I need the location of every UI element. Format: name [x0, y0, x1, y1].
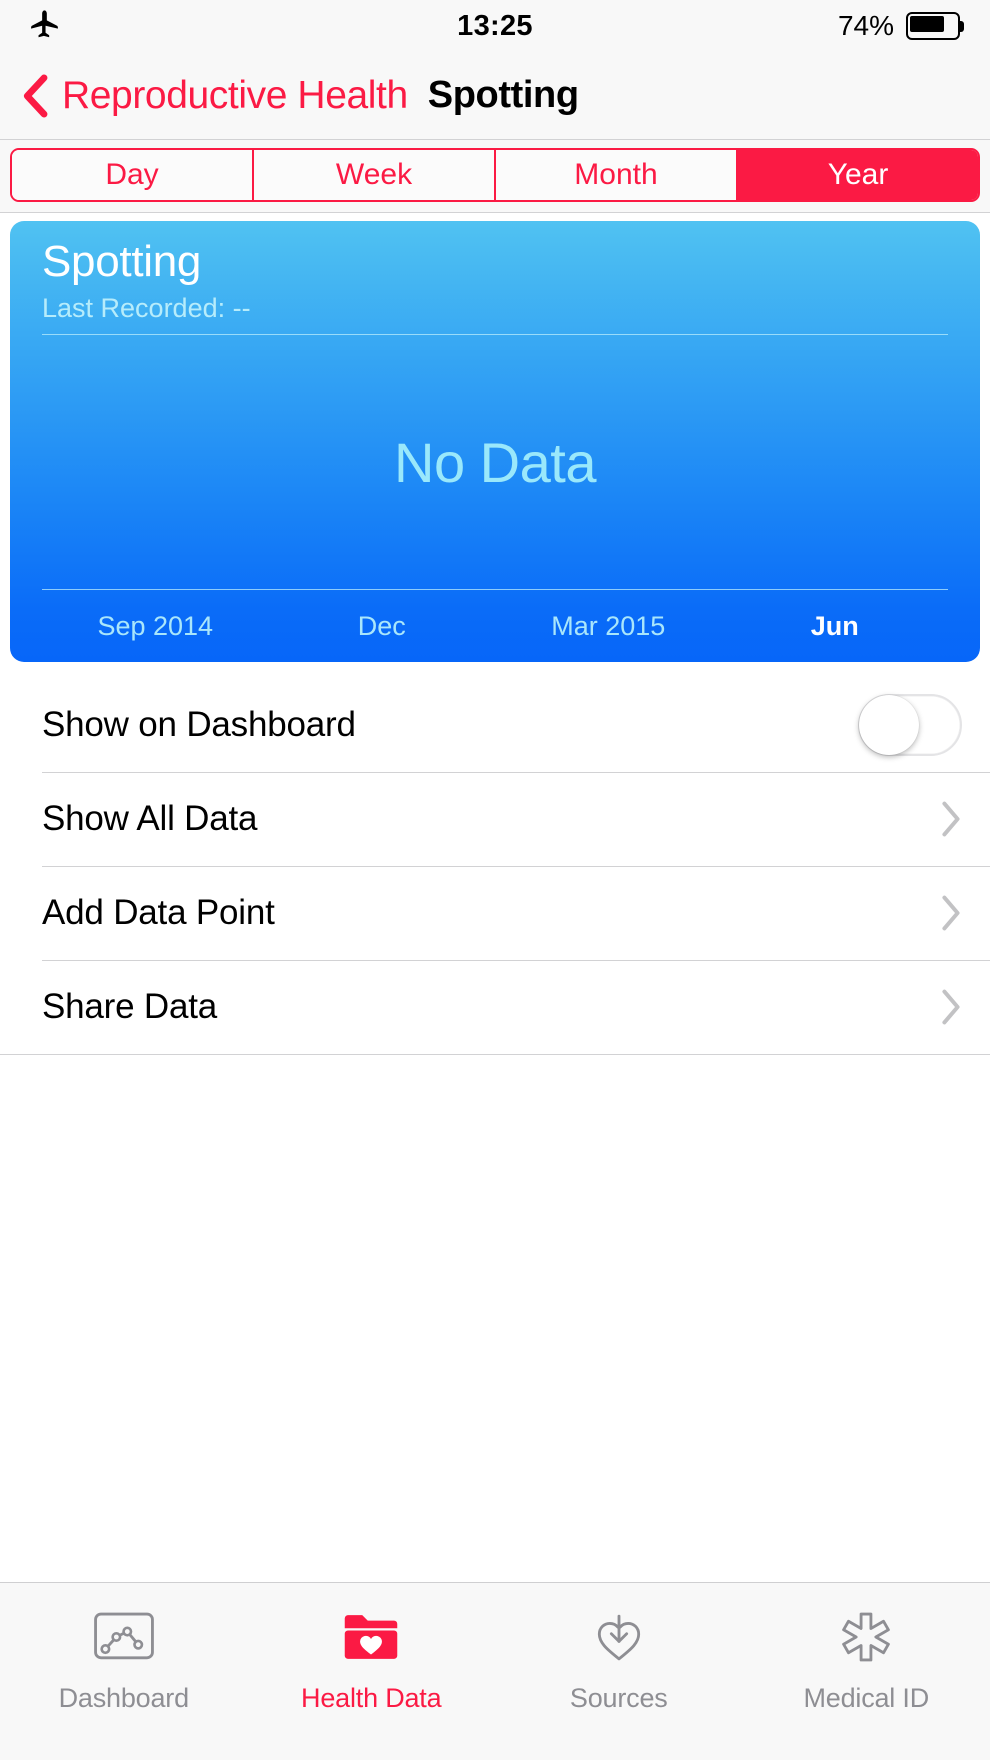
medical-id-star-of-life-icon [842, 1612, 891, 1662]
tab-bar: Dashboard Health Data Sources Medical ID [0, 1582, 990, 1760]
row-add-data-point[interactable]: Add Data Point [0, 866, 990, 960]
airplane-mode-icon [31, 10, 58, 38]
back-button-label: Reproductive Health [62, 73, 408, 117]
axis-tick-2: Mar 2015 [551, 610, 666, 641]
row-accessory-chevron [940, 988, 962, 1026]
row-share-data[interactable]: Share Data [0, 960, 990, 1054]
chevron-right-icon [942, 801, 960, 837]
battery-icon [906, 12, 964, 40]
tab-label-sources: Sources [569, 1683, 668, 1713]
segment-month[interactable]: Month [496, 150, 738, 200]
status-bar-right: 74% [838, 10, 964, 42]
axis-tick-1: Dec [357, 610, 406, 641]
tab-dashboard[interactable]: Dashboard [0, 1605, 248, 1714]
row-accessory-chevron [940, 800, 962, 838]
chevron-left-icon [23, 74, 48, 117]
sources-heart-download-icon [597, 1614, 640, 1661]
row-accessory-chevron [940, 894, 962, 932]
tab-medical-id[interactable]: Medical ID [743, 1605, 990, 1714]
row-show-on-dashboard[interactable]: Show on Dashboard [0, 678, 990, 772]
back-button[interactable]: Reproductive Health [22, 74, 408, 118]
tab-sources[interactable]: Sources [495, 1605, 743, 1714]
dashboard-chart-icon [93, 1612, 154, 1660]
navigation-bar: Reproductive Health Spotting [0, 52, 990, 140]
page-title: Spotting [427, 74, 579, 116]
show-on-dashboard-toggle[interactable] [858, 694, 962, 756]
empty-content-area [0, 1055, 990, 1582]
axis-tick-3: Jun [810, 610, 859, 641]
row-show-all-data[interactable]: Show All Data [0, 772, 990, 866]
status-bar-left [26, 9, 60, 43]
health-data-folder-heart-icon [345, 1615, 398, 1659]
tab-label-dashboard: Dashboard [58, 1683, 189, 1713]
row-label-share-data: Share Data [42, 987, 218, 1026]
spotting-chart-card[interactable]: Spotting Last Recorded: -- No Data Sep 2… [10, 221, 980, 662]
row-label-add-data-point: Add Data Point [42, 893, 275, 932]
segment-year[interactable]: Year [738, 150, 978, 200]
segment-week[interactable]: Week [254, 150, 496, 200]
status-bar: 13:25 74% [0, 0, 990, 52]
row-label-show-all-data: Show All Data [42, 799, 258, 838]
no-data-message: No Data [394, 430, 596, 494]
chart-plot-area: No Data [42, 335, 948, 589]
settings-list: Show on Dashboard Show All Data Add Data… [0, 678, 990, 1055]
health-app-screen: 13:25 74% Reproductive Health Spotting D… [0, 0, 990, 1760]
chart-x-axis: Sep 2014 Dec Mar 2015 Jun [42, 590, 948, 662]
chevron-right-icon [942, 895, 960, 931]
tab-label-medical-id: Medical ID [803, 1683, 930, 1713]
time-range-selector: Day Week Month Year [0, 140, 990, 213]
chart-card-area: Spotting Last Recorded: -- No Data Sep 2… [0, 213, 990, 678]
battery-percent-label: 74% [837, 10, 894, 41]
segmented-control: Day Week Month Year [10, 148, 980, 202]
axis-tick-0: Sep 2014 [97, 610, 214, 641]
chevron-right-icon [942, 989, 960, 1025]
tab-label-health-data: Health Data [301, 1683, 442, 1713]
row-accessory-toggle [858, 694, 962, 756]
segment-day[interactable]: Day [12, 150, 254, 200]
toggle-knob [859, 695, 919, 755]
tab-health-data[interactable]: Health Data [248, 1605, 496, 1714]
row-label-show-on-dashboard: Show on Dashboard [42, 705, 356, 744]
chart-card-title: Spotting [42, 237, 202, 286]
chart-card-last-recorded: Last Recorded: -- [42, 293, 251, 324]
